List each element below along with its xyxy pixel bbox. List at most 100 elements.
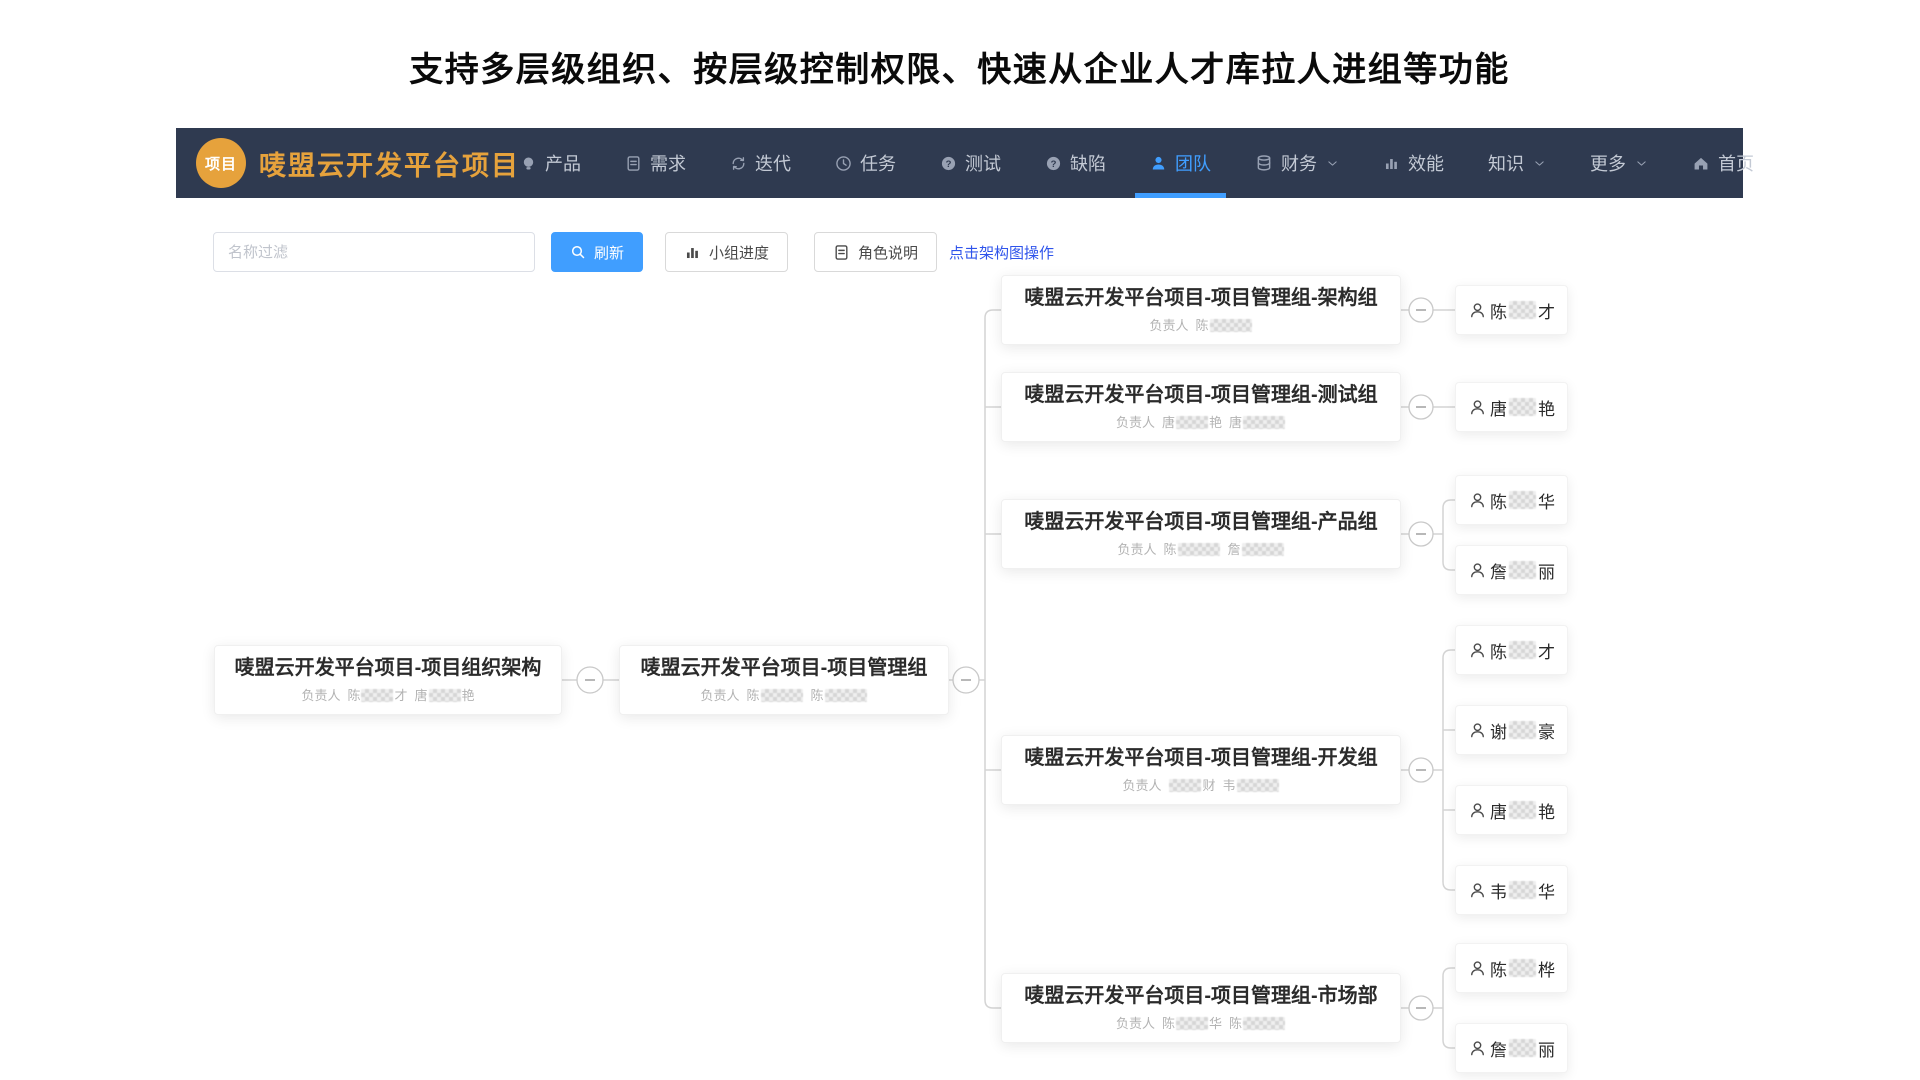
person-icon bbox=[1469, 802, 1486, 819]
redacted-name bbox=[1243, 416, 1285, 429]
redacted-name bbox=[1509, 959, 1536, 977]
leader-name: 唐 bbox=[1229, 412, 1286, 431]
redacted-name bbox=[1176, 1017, 1208, 1030]
collapse-toggle[interactable] bbox=[953, 667, 979, 693]
member-card[interactable]: 陈华 bbox=[1455, 475, 1568, 525]
person-icon bbox=[1469, 882, 1486, 899]
member-name: 唐艳 bbox=[1490, 395, 1555, 420]
person-icon bbox=[1469, 722, 1486, 739]
redacted-name bbox=[1509, 721, 1536, 739]
group-node-2[interactable]: 唛盟云开发平台项目-项目管理组-产品组 负责人陈詹 bbox=[1001, 499, 1401, 569]
group-title: 唛盟云开发平台项目-项目管理组-市场部 bbox=[1024, 984, 1377, 1008]
person-icon bbox=[1469, 302, 1486, 319]
leader-name: 陈 bbox=[746, 685, 803, 704]
collapse-toggle[interactable] bbox=[577, 667, 603, 693]
person-icon bbox=[1469, 492, 1486, 509]
org-chart: 唛盟云开发平台项目-项目组织架构 负责人陈才唐艳唛盟云开发平台项目-项目管理组 … bbox=[0, 0, 1920, 1080]
member-name: 陈才 bbox=[1490, 298, 1555, 323]
group-node-1[interactable]: 唛盟云开发平台项目-项目管理组-测试组 负责人唐艳唐 bbox=[1001, 372, 1401, 442]
collapse-toggle[interactable] bbox=[1409, 758, 1433, 782]
leader-label: 负责人 bbox=[1117, 539, 1156, 558]
org-chart-connectors bbox=[0, 0, 1920, 1080]
group-title: 唛盟云开发平台项目-项目管理组-开发组 bbox=[1024, 746, 1377, 770]
page: 支持多层级组织、按层级控制权限、快速从企业人才库拉人进组等功能 项目 唛盟云开发… bbox=[0, 0, 1920, 1080]
leader-label: 负责人 bbox=[1116, 412, 1155, 431]
group-leaders: 负责人唐艳唐 bbox=[1116, 412, 1286, 431]
collapse-toggle[interactable] bbox=[1409, 298, 1433, 322]
redacted-name bbox=[1178, 543, 1220, 556]
redacted-name bbox=[1509, 301, 1536, 319]
redacted-name bbox=[1509, 801, 1536, 819]
redacted-name bbox=[1509, 641, 1536, 659]
person-icon bbox=[1469, 960, 1486, 977]
group-leaders: 负责人陈华陈 bbox=[1116, 1013, 1286, 1032]
group-title: 唛盟云开发平台项目-项目管理组-测试组 bbox=[1024, 383, 1377, 407]
leader-name: 陈 bbox=[811, 685, 868, 704]
group-node-3[interactable]: 唛盟云开发平台项目-项目管理组-开发组 负责人财韦 bbox=[1001, 735, 1401, 805]
redacted-name bbox=[1169, 779, 1201, 792]
member-name: 陈华 bbox=[1490, 488, 1555, 513]
member-card[interactable]: 韦华 bbox=[1455, 865, 1568, 915]
group-leaders: 负责人陈 bbox=[1149, 315, 1252, 334]
leader-label: 负责人 bbox=[301, 685, 340, 704]
collapse-toggle[interactable] bbox=[1409, 522, 1433, 546]
redacted-name bbox=[825, 689, 867, 702]
group-leaders: 负责人陈詹 bbox=[1117, 539, 1284, 558]
member-name: 韦华 bbox=[1490, 878, 1555, 903]
group-title: 唛盟云开发平台项目-项目管理组-产品组 bbox=[1024, 510, 1377, 534]
group-leaders: 负责人陈陈 bbox=[700, 685, 867, 704]
leader-name: 陈才 bbox=[347, 685, 407, 704]
person-icon bbox=[1469, 562, 1486, 579]
member-card[interactable]: 陈才 bbox=[1455, 285, 1568, 335]
member-name: 詹丽 bbox=[1490, 558, 1555, 583]
person-icon bbox=[1469, 399, 1486, 416]
leader-name: 陈 bbox=[1196, 315, 1253, 334]
member-name: 唐艳 bbox=[1490, 798, 1555, 823]
group-title: 唛盟云开发平台项目-项目管理组-架构组 bbox=[1024, 286, 1377, 310]
collapse-toggle[interactable] bbox=[1409, 996, 1433, 1020]
redacted-name bbox=[1243, 1017, 1285, 1030]
group-title: 唛盟云开发平台项目-项目管理组 bbox=[641, 656, 928, 680]
redacted-name bbox=[1210, 319, 1252, 332]
leader-name: 陈 bbox=[1163, 539, 1220, 558]
leader-label: 负责人 bbox=[1149, 315, 1188, 334]
group-title: 唛盟云开发平台项目-项目组织架构 bbox=[235, 656, 542, 680]
group-leaders: 负责人陈才唐艳 bbox=[301, 685, 474, 704]
leader-name: 唐艳 bbox=[415, 685, 475, 704]
member-card[interactable]: 谢豪 bbox=[1455, 705, 1568, 755]
leader-name: 唐艳 bbox=[1162, 412, 1222, 431]
leader-name: 财 bbox=[1168, 775, 1215, 794]
org-root-node[interactable]: 唛盟云开发平台项目-项目组织架构 负责人陈才唐艳 bbox=[214, 645, 562, 715]
redacted-name bbox=[1237, 779, 1279, 792]
leader-name: 韦 bbox=[1223, 775, 1280, 794]
member-name: 陈桦 bbox=[1490, 956, 1555, 981]
redacted-name bbox=[1509, 561, 1536, 579]
member-name: 詹丽 bbox=[1490, 1036, 1555, 1061]
leader-label: 负责人 bbox=[1122, 775, 1161, 794]
management-group-node[interactable]: 唛盟云开发平台项目-项目管理组 负责人陈陈 bbox=[619, 645, 949, 715]
member-card[interactable]: 唐艳 bbox=[1455, 785, 1568, 835]
collapse-toggle[interactable] bbox=[1409, 395, 1433, 419]
redacted-name bbox=[1509, 398, 1536, 416]
member-card[interactable]: 陈才 bbox=[1455, 625, 1568, 675]
member-name: 陈才 bbox=[1490, 638, 1555, 663]
redacted-name bbox=[1509, 881, 1536, 899]
leader-name: 陈 bbox=[1229, 1013, 1286, 1032]
member-name: 谢豪 bbox=[1490, 718, 1555, 743]
redacted-name bbox=[429, 689, 461, 702]
person-icon bbox=[1469, 1040, 1486, 1057]
group-node-4[interactable]: 唛盟云开发平台项目-项目管理组-市场部 负责人陈华陈 bbox=[1001, 973, 1401, 1043]
group-node-0[interactable]: 唛盟云开发平台项目-项目管理组-架构组 负责人陈 bbox=[1001, 275, 1401, 345]
redacted-name bbox=[1242, 543, 1284, 556]
redacted-name bbox=[1509, 491, 1536, 509]
leader-label: 负责人 bbox=[700, 685, 739, 704]
member-card[interactable]: 詹丽 bbox=[1455, 1023, 1568, 1073]
member-card[interactable]: 詹丽 bbox=[1455, 545, 1568, 595]
member-card[interactable]: 陈桦 bbox=[1455, 943, 1568, 993]
redacted-name bbox=[361, 689, 393, 702]
person-icon bbox=[1469, 642, 1486, 659]
member-card[interactable]: 唐艳 bbox=[1455, 382, 1568, 432]
leader-label: 负责人 bbox=[1116, 1013, 1155, 1032]
redacted-name bbox=[761, 689, 803, 702]
group-leaders: 负责人财韦 bbox=[1122, 775, 1279, 794]
